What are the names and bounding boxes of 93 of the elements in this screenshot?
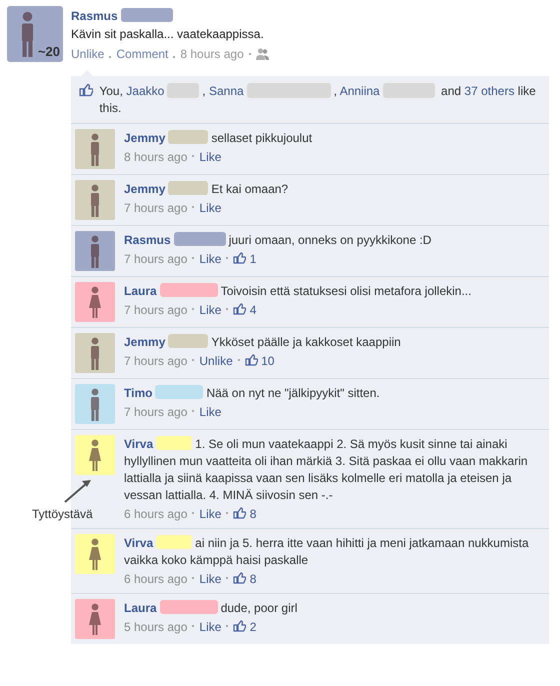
author-link[interactable]: Laura xyxy=(124,601,157,615)
like-count[interactable]: 8 xyxy=(250,507,256,521)
comment-text: Jemmy Et kai omaan? xyxy=(124,181,290,198)
avatar[interactable] xyxy=(75,599,115,639)
timestamp: 8 hours ago xyxy=(124,150,188,164)
like-count[interactable]: 2 xyxy=(250,620,256,634)
author-link[interactable]: Jemmy xyxy=(124,335,166,349)
redaction-bar xyxy=(160,283,218,297)
comment-text: Jemmy Ykköset päälle ja kakkoset kaappiin xyxy=(124,334,402,351)
thumbs-up-icon xyxy=(244,354,258,366)
timestamp: 7 hours ago xyxy=(124,201,188,215)
timestamp: 6 hours ago xyxy=(124,507,188,521)
like-link[interactable]: Like xyxy=(199,620,222,634)
like-link[interactable]: Like xyxy=(199,252,222,266)
timestamp: 7 hours ago xyxy=(124,354,188,368)
comment-text: Virva 1. Se oli mun vaatekaappi 2. Sä myös kusit sinne tai ainaki hyllyllinen mun vaatteita oli ihan märkiä 3. Sitä paskaa ei ollu vaan makkarin lattialla ja siinä kaapissa vaan sen lisäks kolmelle eri matolla ja eteisen ja vessan lattialla. 4. MINÄ siivosin sen -.- xyxy=(124,436,529,504)
author-link[interactable]: Laura xyxy=(124,284,157,298)
like-count[interactable]: 8 xyxy=(250,572,256,586)
like-link[interactable]: Like xyxy=(199,405,222,419)
timestamp: 8 hours ago xyxy=(180,47,244,61)
like-link[interactable]: Like xyxy=(199,572,222,586)
avatar[interactable] xyxy=(75,282,115,322)
person-icon xyxy=(89,286,101,318)
person-icon xyxy=(89,602,101,636)
redaction-bar xyxy=(174,232,226,246)
avatar[interactable]: ~20 xyxy=(7,6,63,62)
comment-text: Laura dude, poor girl xyxy=(124,600,298,617)
avatar[interactable] xyxy=(75,129,115,169)
post-text: Kävin sit paskalla... vaatekaappissa. xyxy=(71,27,265,41)
comment-text: Virva ai niin ja 5. herra itte vaan hihitti ja meni jatkamaan nukkumista vaikka koko kämppä haisi paskalle xyxy=(124,535,530,569)
redaction-bar xyxy=(156,535,192,549)
timestamp: 7 hours ago xyxy=(124,303,188,317)
redaction-bar xyxy=(168,334,208,348)
author-link[interactable]: Rasmus xyxy=(124,233,171,247)
timestamp: 5 hours ago xyxy=(124,620,188,634)
redaction-bar xyxy=(168,130,208,144)
name-link[interactable]: Sanna xyxy=(208,84,244,98)
thumbs-up-icon xyxy=(79,83,94,97)
person-icon xyxy=(89,388,101,420)
like-link[interactable]: Like xyxy=(199,150,222,164)
friend-count: ~20 xyxy=(38,44,60,59)
timestamp: 7 hours ago xyxy=(124,405,188,419)
avatar[interactable] xyxy=(75,534,115,574)
author-link[interactable]: Rasmus xyxy=(71,9,118,23)
comment-text: Rasmus juuri omaan, onneks on pyykkikone :D xyxy=(124,232,432,249)
thumbs-up-icon xyxy=(233,620,246,632)
comment-text: Jemmy sellaset pikkujoulut xyxy=(124,130,314,147)
avatar[interactable] xyxy=(75,333,115,373)
comment-text: Laura Toivoisin että statuksesi olisi metafora jollekin... xyxy=(124,283,472,300)
thumbs-up-icon xyxy=(233,303,246,315)
like-count[interactable]: 4 xyxy=(250,303,256,317)
author-link[interactable]: Timo xyxy=(124,386,152,400)
like-count[interactable]: 10 xyxy=(261,354,274,368)
like-count[interactable]: 1 xyxy=(250,252,256,266)
thumbs-up-icon xyxy=(233,507,246,519)
avatar[interactable] xyxy=(75,231,115,271)
person-icon xyxy=(89,438,101,472)
author-link[interactable]: Virva xyxy=(124,437,154,451)
redaction-bar xyxy=(160,600,218,614)
thumbs-up-icon xyxy=(233,572,246,584)
avatar[interactable] xyxy=(75,435,115,475)
person-icon xyxy=(89,336,101,370)
author-link[interactable]: Jemmy xyxy=(124,182,166,196)
person-icon xyxy=(89,132,101,166)
name-link[interactable]: Jaakko xyxy=(126,84,164,98)
annotation-label: Tyttöystävä xyxy=(32,507,93,521)
like-link[interactable]: Like xyxy=(199,507,222,521)
action-link[interactable]: Comment xyxy=(116,47,168,61)
thumbs-up-icon xyxy=(233,252,246,264)
avatar[interactable] xyxy=(75,384,115,424)
annotation-arrow xyxy=(63,478,93,504)
timestamp: 6 hours ago xyxy=(124,572,188,586)
name-link[interactable]: 37 others xyxy=(464,84,514,98)
like-link[interactable]: Like xyxy=(199,303,222,317)
person-icon xyxy=(89,234,101,268)
author-link[interactable]: Jemmy xyxy=(124,131,166,145)
redaction-bar xyxy=(168,181,208,195)
like-link[interactable]: Unlike xyxy=(199,354,233,368)
redaction-bar xyxy=(120,8,173,22)
avatar[interactable] xyxy=(75,180,115,220)
action-link[interactable]: Unlike xyxy=(71,47,104,61)
like-link[interactable]: Like xyxy=(199,201,222,215)
friends-icon xyxy=(256,48,269,60)
person-icon xyxy=(19,11,36,57)
timestamp: 7 hours ago xyxy=(124,252,188,266)
person-icon xyxy=(89,184,101,216)
person-icon xyxy=(89,538,101,570)
comment-text: Timo Nää on nyt ne "jälkipyykit" sitten. xyxy=(124,385,381,402)
likes-sentence: You, Jaakko , Sanna , Anniina and 37 others like this. xyxy=(99,83,537,117)
name-link[interactable]: Anniina xyxy=(340,84,380,98)
redaction-bar xyxy=(155,385,204,399)
author-link[interactable]: Virva xyxy=(124,536,154,550)
redaction-bar xyxy=(156,436,192,450)
